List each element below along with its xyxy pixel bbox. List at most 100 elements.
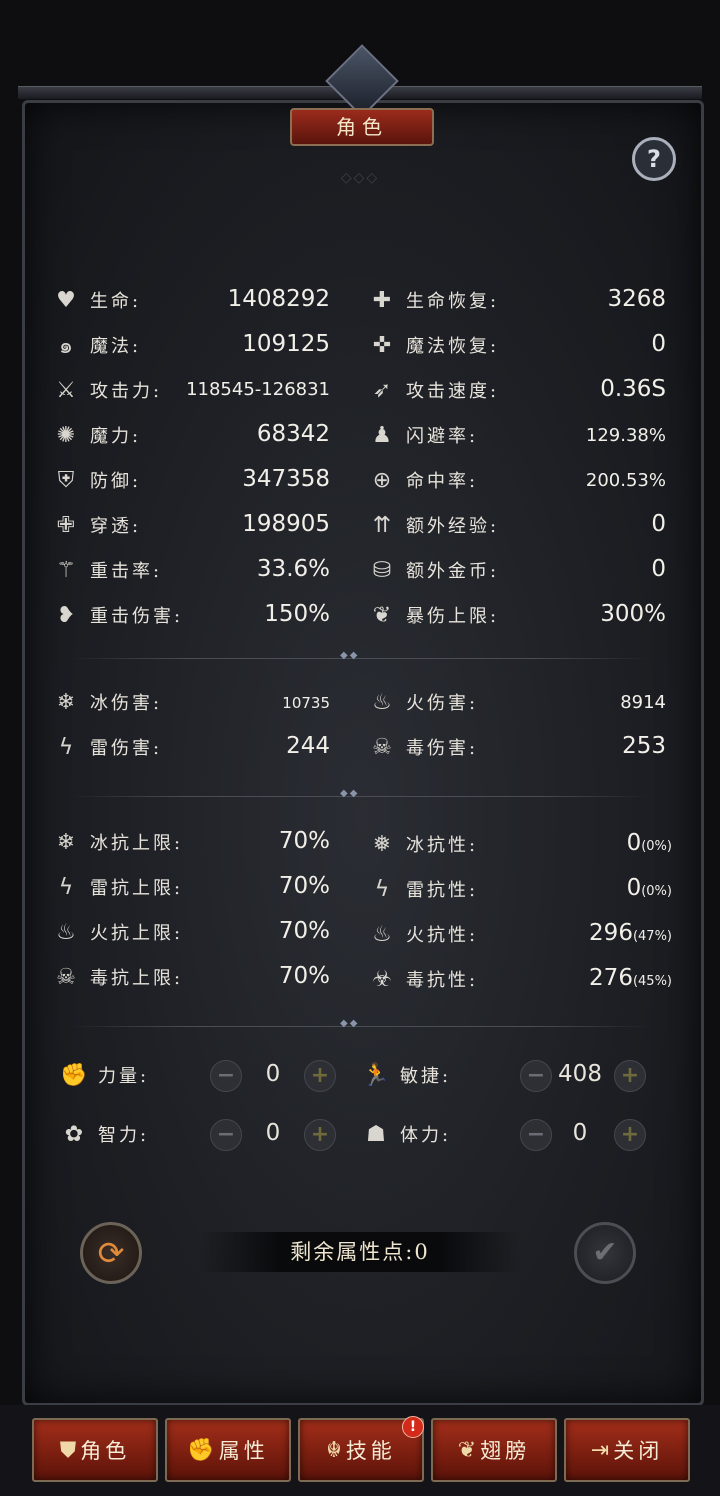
stat-critical-rate: ⚚ 重击率: xyxy=(52,550,162,590)
stat-extra-gold: ⛁ 额外金币: xyxy=(368,550,499,590)
stat-poison-resist-cap: ☠ 毒抗上限: xyxy=(52,957,183,997)
poison-resist-cap-icon: ☠ xyxy=(56,964,76,990)
fire-resist-cap-icon: ♨ xyxy=(56,919,76,945)
exit-icon: ⇥ xyxy=(590,1437,610,1463)
stat-mana-regen: ✜ 魔法恢复: xyxy=(368,325,499,365)
stat-ice-damage-value: 10735 xyxy=(282,694,330,712)
stat-fire-resist-cap-value: 70% xyxy=(278,918,330,944)
stat-attack-speed-value: 0.36S xyxy=(600,376,666,402)
sword-icon: ⚔ xyxy=(56,377,76,403)
stat-hit-rate: ⊕ 命中率: xyxy=(368,460,478,500)
tab-attributes[interactable]: ✊ 属性 xyxy=(165,1418,291,1482)
stat-attack-speed: ➶ 攻击速度: xyxy=(368,370,499,410)
stat-life-regen: ✚ 生命恢复: xyxy=(368,280,499,320)
fist-icon: ✊ xyxy=(187,1437,215,1463)
extra-exp-icon: ⇈ xyxy=(372,512,392,538)
stat-fire-damage: ♨ 火伤害: xyxy=(368,682,478,722)
tab-character[interactable]: ⛊ 角色 xyxy=(32,1418,158,1482)
panel-title: 角色 xyxy=(290,108,434,146)
stat-crit-cap-value: 300% xyxy=(600,601,666,627)
target-icon: ⊕ xyxy=(372,467,392,493)
shield-icon: ⛨ xyxy=(57,467,75,493)
stat-poison-damage-value: 253 xyxy=(622,733,666,759)
stat-defense-value: 347358 xyxy=(242,466,330,492)
reset-button[interactable]: ⟳ xyxy=(80,1222,142,1284)
stat-attack-value: 118545-126831 xyxy=(186,379,330,400)
stat-lightning-damage-value: 244 xyxy=(286,733,330,759)
skill-icon: ☬ xyxy=(326,1437,342,1463)
stat-life-regen-value: 3268 xyxy=(607,286,666,312)
strength-plus-button[interactable]: + xyxy=(304,1060,336,1092)
strength-value: 0 xyxy=(265,1061,281,1087)
coins-icon: ⛁ xyxy=(372,557,392,583)
stat-fire-resist-cap: ♨ 火抗上限: xyxy=(52,912,183,952)
stat-poison-resist: ☣ 毒抗性: xyxy=(368,959,478,999)
poison-resist-icon: ☣ xyxy=(372,966,392,992)
stat-dodge: ♟ 闪避率: xyxy=(368,415,478,455)
stat-penetration: ✙ 穿透: xyxy=(52,505,141,545)
mana-regen-icon: ✜ xyxy=(372,332,392,358)
stat-life-value: 1408292 xyxy=(227,286,330,312)
stat-defense: ⛨ 防御: xyxy=(52,460,141,500)
remaining-points: 剩余属性点:0 xyxy=(200,1232,520,1272)
mana-icon: ๑ xyxy=(59,333,73,359)
skills-notification-badge: ! xyxy=(402,1416,424,1438)
stat-mana-regen-value: 0 xyxy=(651,331,666,357)
stat-penetration-value: 198905 xyxy=(242,511,330,537)
snowflake-icon: ❄ xyxy=(56,689,76,715)
attr-stamina: ☗ 体力: xyxy=(362,1114,451,1154)
intelligence-value: 0 xyxy=(265,1120,281,1146)
life-regen-icon: ✚ xyxy=(372,287,392,313)
help-button[interactable]: ? xyxy=(632,137,676,181)
stamina-icon: ☗ xyxy=(366,1121,386,1147)
stat-poison-resist-value: 276(45%) xyxy=(589,965,672,991)
tab-wings[interactable]: ❦ 翅膀 xyxy=(431,1418,557,1482)
intelligence-icon: ✿ xyxy=(64,1121,84,1147)
ice-resist-cap-icon: ❄ xyxy=(56,829,76,855)
stat-extra-gold-value: 0 xyxy=(651,556,666,582)
ice-resist-icon: ❅ xyxy=(372,831,392,857)
attr-intelligence: ✿ 智力: xyxy=(60,1114,149,1154)
lightning-icon: ϟ xyxy=(58,734,74,760)
stat-magic-power-value: 68342 xyxy=(256,421,330,447)
stat-crit-cap: ❦ 暴伤上限: xyxy=(368,595,499,635)
stat-ice-resist-cap-value: 70% xyxy=(278,828,330,854)
stat-ice-resist: ❅ 冰抗性: xyxy=(368,824,478,864)
stat-extra-exp-value: 0 xyxy=(651,511,666,537)
agility-minus-button[interactable]: − xyxy=(520,1060,552,1092)
tab-close[interactable]: ⇥ 关闭 xyxy=(564,1418,690,1482)
section-divider xyxy=(70,1018,650,1029)
stat-critical-rate-value: 33.6% xyxy=(256,556,330,582)
stat-attack: ⚔ 攻击力: xyxy=(52,370,162,410)
stamina-minus-button[interactable]: − xyxy=(520,1119,552,1151)
stat-hit-rate-value: 200.53% xyxy=(585,470,666,491)
stat-dodge-value: 129.38% xyxy=(585,425,666,446)
attr-agility: 🏃 敏捷: xyxy=(362,1062,452,1088)
stat-magic-power: ✺ 魔力: xyxy=(52,415,141,455)
heart-icon: ♥ xyxy=(56,287,76,313)
critical-damage-icon: ❥ xyxy=(56,602,76,628)
intelligence-minus-button[interactable]: − xyxy=(210,1119,242,1151)
stat-lightning-damage: ϟ 雷伤害: xyxy=(52,727,162,767)
stat-mana: ๑魔法: xyxy=(52,325,141,365)
stat-mana-value: 109125 xyxy=(242,331,330,357)
crit-cap-icon: ❦ xyxy=(372,602,392,628)
strength-minus-button[interactable]: − xyxy=(210,1060,242,1092)
attr-strength: ✊ 力量: xyxy=(60,1062,150,1088)
stamina-plus-button[interactable]: + xyxy=(614,1119,646,1151)
stamina-value: 0 xyxy=(572,1120,588,1146)
fire-icon: ♨ xyxy=(372,689,392,715)
confirm-button[interactable]: ✔ xyxy=(574,1222,636,1284)
section-divider xyxy=(70,788,650,799)
agility-plus-button[interactable]: + xyxy=(614,1060,646,1092)
check-icon: ✔ xyxy=(592,1235,618,1270)
agility-icon: 🏃 xyxy=(362,1062,390,1088)
stat-life: ♥ 生命: xyxy=(52,280,141,320)
dodge-icon: ♟ xyxy=(372,422,392,448)
intelligence-plus-button[interactable]: + xyxy=(304,1119,336,1151)
fire-resist-icon: ♨ xyxy=(372,921,392,947)
wings-icon: ❦ xyxy=(457,1437,477,1463)
stat-lightning-resist-value: 0(0%) xyxy=(626,875,672,901)
stat-poison-resist-cap-value: 70% xyxy=(278,963,330,989)
stat-lightning-resist: ϟ 雷抗性: xyxy=(368,869,478,909)
